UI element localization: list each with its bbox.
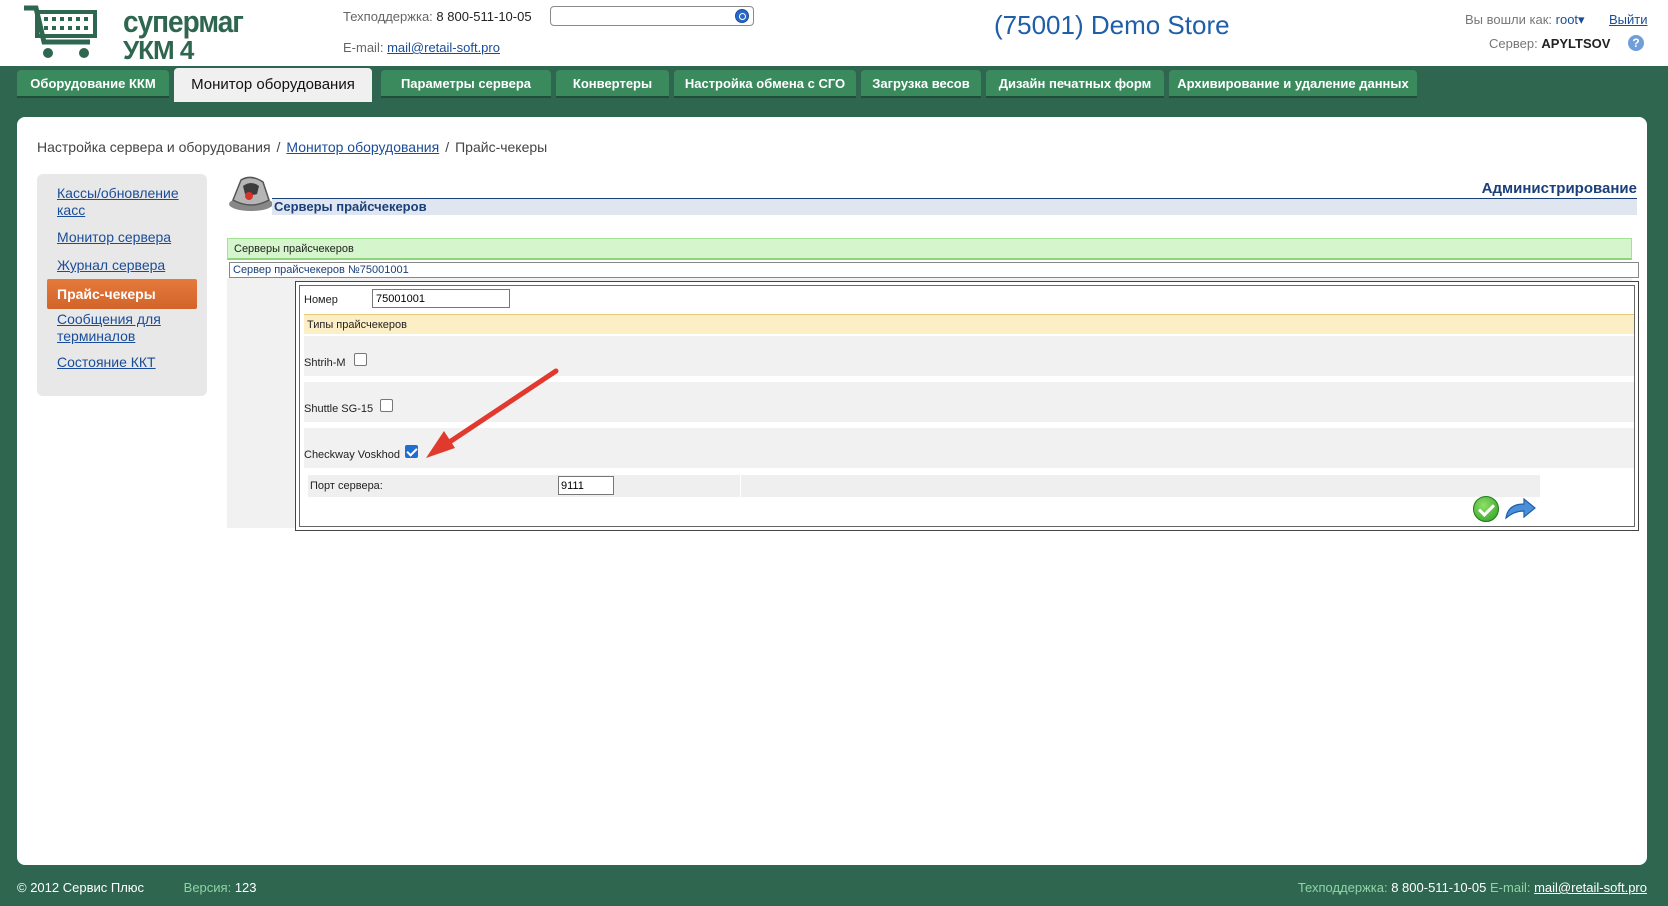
- breadcrumb-item-monitor[interactable]: Монитор оборудования: [286, 139, 439, 155]
- server-label: Сервер:: [1489, 36, 1538, 51]
- cart-logo-icon: [24, 5, 97, 58]
- type-row-shuttle: Shuttle SG-15: [304, 382, 1634, 422]
- type-label: Shuttle SG-15: [304, 403, 374, 415]
- server-form: Номер Типы прайсчекеров Shtrih-M Shuttle…: [299, 285, 1635, 527]
- email-label: E-mail:: [343, 40, 384, 55]
- logo[interactable]: супермаг УКМ 4: [22, 2, 244, 65]
- number-label: Номер: [304, 294, 338, 306]
- types-header: Типы прайсчекеров: [304, 314, 1634, 334]
- header-email: E-mail: mail@retail-soft.pro: [343, 40, 500, 55]
- help-icon[interactable]: ?: [1628, 35, 1644, 51]
- section-title: Серверы прайсчекеров: [274, 199, 427, 214]
- tab-equipment-monitor[interactable]: Монитор оборудования: [174, 68, 372, 102]
- breadcrumb-item-settings: Настройка сервера и оборудования: [37, 139, 271, 155]
- section-header: Серверы прайсчекеров: [272, 199, 1637, 215]
- tab-print-design[interactable]: Дизайн печатных форм: [986, 70, 1164, 98]
- type-checkbox-checkway[interactable]: [405, 445, 418, 458]
- copyright: © 2012 Сервис Плюс: [17, 880, 145, 895]
- column-divider: [740, 475, 741, 497]
- email-link[interactable]: mail@retail-soft.pro: [387, 40, 500, 55]
- admin-title: Администрирование: [1481, 180, 1637, 197]
- content-area: Администрирование Серверы прайсчекеров С…: [227, 174, 1639, 674]
- number-input[interactable]: [372, 289, 510, 308]
- logged-label: Вы вошли как:: [1465, 12, 1553, 27]
- port-row: Порт сервера:: [308, 475, 1540, 497]
- price-checker-icon: [229, 176, 273, 211]
- type-label: Shtrih-M: [304, 357, 346, 369]
- type-row-shtrih: Shtrih-M: [304, 336, 1634, 376]
- search-box: [550, 6, 754, 26]
- logout-link[interactable]: Выйти: [1609, 12, 1648, 27]
- port-input[interactable]: [558, 476, 614, 495]
- footer-right: Техподдержка: 8 800-511-10-05 E-mail: ma…: [1298, 880, 1647, 895]
- version-value: 123: [234, 880, 257, 895]
- footer-email-label: E-mail:: [1490, 880, 1531, 895]
- user-menu[interactable]: root▾: [1556, 12, 1585, 27]
- search-input[interactable]: [555, 7, 735, 25]
- version-label: Версия:: [183, 880, 232, 895]
- footer-email-link[interactable]: mail@retail-soft.pro: [1534, 880, 1647, 895]
- tab-server-params[interactable]: Параметры сервера: [381, 70, 551, 98]
- tab-equipment-kkm[interactable]: Оборудование ККМ: [17, 70, 169, 98]
- search-icon[interactable]: [735, 9, 749, 23]
- server-row[interactable]: Сервер прайсчекеров №75001001: [229, 262, 1639, 278]
- footer-support-phone: 8 800-511-10-05: [1391, 880, 1487, 895]
- support-label: Техподдержка:: [343, 9, 433, 24]
- back-arrow-icon[interactable]: [1504, 498, 1536, 520]
- footer-support-label: Техподдержка:: [1297, 880, 1388, 895]
- tab-converters[interactable]: Конвертеры: [556, 70, 669, 98]
- type-row-checkway: Checkway Voskhod: [304, 428, 1634, 468]
- store-title: (75001) Demo Store: [994, 10, 1230, 40]
- footer-left: © 2012 Сервис Плюс Версия: 123: [17, 880, 257, 895]
- main-panel: Настройка сервера и оборудования / Монитор…: [17, 117, 1647, 865]
- port-label: Порт сервера:: [310, 480, 383, 492]
- type-checkbox-shuttle[interactable]: [380, 399, 393, 412]
- header-support: Техподдержка: 8 800-511-10-05: [343, 9, 532, 24]
- save-check-icon[interactable]: [1473, 496, 1499, 522]
- type-checkbox-shtrih[interactable]: [354, 353, 367, 366]
- sidebar-item-price-checkers[interactable]: Прайс-чекеры: [47, 279, 197, 309]
- breadcrumb-item-current: Прайс-чекеры: [455, 139, 548, 155]
- chevron-down-icon: ▾: [1578, 12, 1585, 27]
- servers-list-header: Серверы прайсчекеров: [227, 238, 1632, 260]
- support-phone: 8 800-511-10-05: [436, 9, 532, 24]
- sidebar-item-server-monitor[interactable]: Монитор сервера: [57, 229, 197, 246]
- type-label: Checkway Voskhod: [304, 449, 400, 461]
- login-info: Вы вошли как: root▾: [1465, 12, 1585, 28]
- server-info: Сервер: APYLTSOV: [1489, 36, 1610, 51]
- tab-archiving[interactable]: Архивирование и удаление данных: [1169, 70, 1417, 98]
- breadcrumb-separator: /: [276, 139, 281, 155]
- number-row: Номер: [304, 288, 1534, 312]
- breadcrumb-separator: /: [445, 139, 450, 155]
- tab-sgo-exchange[interactable]: Настройка обмена с СГО: [674, 70, 856, 98]
- sidebar-item-kkt-state[interactable]: Состояние ККТ: [57, 354, 197, 371]
- tab-scales-upload[interactable]: Загрузка весов: [861, 70, 981, 98]
- logo-text-bottom: УКМ 4: [123, 35, 194, 65]
- header: супермаг УКМ 4 Техподдержка: 8 800-511-1…: [0, 0, 1668, 66]
- server-value: APYLTSOV: [1541, 36, 1611, 51]
- user-name: root: [1555, 12, 1579, 27]
- breadcrumb: Настройка сервера и оборудования / Монитор…: [37, 139, 547, 155]
- sidebar-item-kassy[interactable]: Кассы/обновление касс: [57, 185, 197, 219]
- sidebar: Кассы/обновление касс Монитор сервера Жу…: [37, 174, 207, 396]
- sidebar-item-server-log[interactable]: Журнал сервера: [57, 257, 197, 274]
- sidebar-item-terminal-messages[interactable]: Сообщения для терминалов: [57, 311, 197, 345]
